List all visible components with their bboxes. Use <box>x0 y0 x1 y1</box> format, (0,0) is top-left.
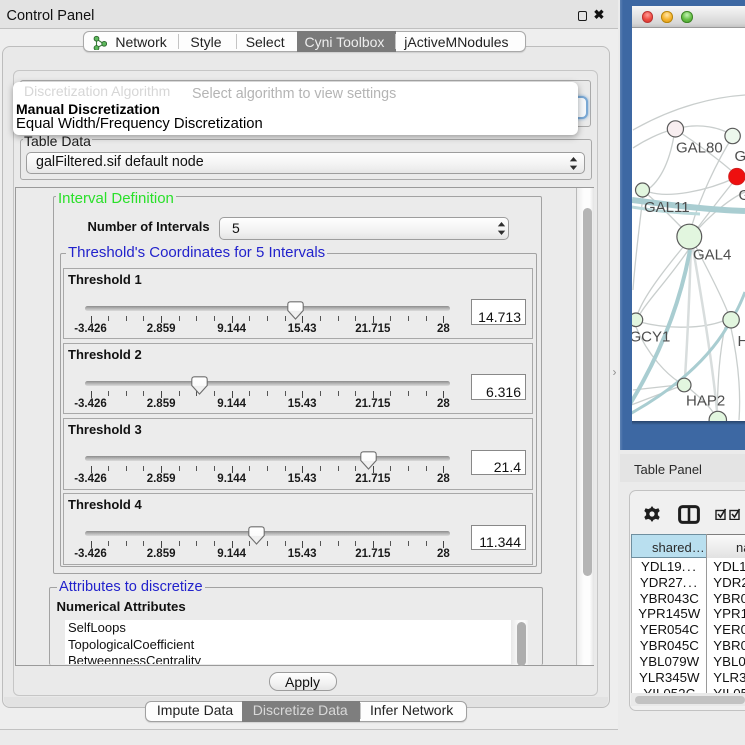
svg-text:GAL11: GAL11 <box>644 199 690 216</box>
svg-text:GA: GA <box>739 187 745 204</box>
svg-text:HAP2: HAP2 <box>686 393 725 410</box>
svg-text:GCY1: GCY1 <box>632 329 670 346</box>
svg-text:GAL80: GAL80 <box>676 140 723 157</box>
svg-text:HI: HI <box>738 333 745 350</box>
svg-text:GA: GA <box>735 148 745 165</box>
svg-text:GAL4: GAL4 <box>693 247 731 264</box>
